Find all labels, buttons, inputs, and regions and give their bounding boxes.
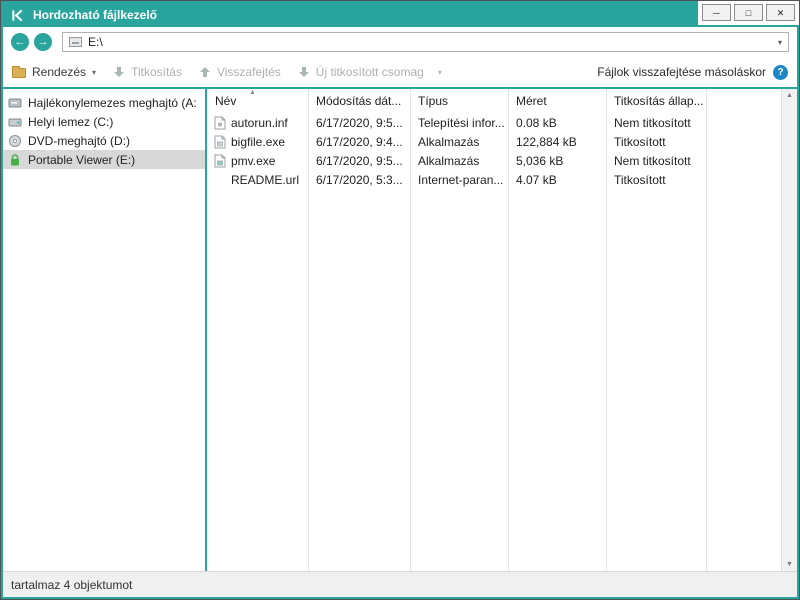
address-bar[interactable]: E:\ ▾ bbox=[62, 32, 789, 52]
minimize-button[interactable]: ─ bbox=[702, 4, 731, 21]
dvd-drive-icon bbox=[8, 134, 22, 148]
navigation-bar: ← → E:\ ▾ bbox=[3, 27, 797, 57]
application-file-icon bbox=[214, 135, 226, 149]
column-header-name[interactable]: Név bbox=[207, 94, 308, 108]
title-bar: Hordozható fájlkezelő ─ □ ✕ bbox=[3, 3, 797, 27]
kaspersky-logo-icon bbox=[11, 9, 24, 22]
file-size: 122,884 kB bbox=[508, 135, 606, 149]
application-file-icon bbox=[214, 154, 226, 168]
decrypt-button[interactable]: Visszafejtés bbox=[199, 65, 281, 79]
window-controls: ─ □ ✕ bbox=[698, 1, 799, 25]
sidebar-item-label: Portable Viewer (E:) bbox=[28, 153, 135, 167]
arrow-down-icon bbox=[298, 66, 310, 78]
file-list-header: Név Módosítás dát... Típus Méret Titkosí… bbox=[207, 89, 781, 113]
file-name: bigfile.exe bbox=[231, 135, 285, 149]
file-list: Név Módosítás dát... Típus Méret Titkosí… bbox=[207, 89, 781, 571]
drive-tree-sidebar: Hajlékonylemezes meghajtó (A: Helyi leme… bbox=[3, 89, 205, 571]
file-encryption-status: Titkosított bbox=[606, 135, 706, 149]
window-title: Hordozható fájlkezelő bbox=[33, 8, 157, 22]
sidebar-item-portable-viewer-e[interactable]: Portable Viewer (E:) bbox=[3, 150, 205, 169]
sidebar-item-floppy-drive-a[interactable]: Hajlékonylemezes meghajtó (A: bbox=[3, 93, 205, 112]
table-row[interactable]: autorun.inf 6/17/2020, 9:5... Telepítési… bbox=[207, 113, 781, 132]
file-size: 0.08 kB bbox=[508, 116, 606, 130]
column-header-encryption-status[interactable]: Titkosítás állap... bbox=[606, 94, 706, 108]
column-separator bbox=[508, 89, 509, 571]
column-separator bbox=[606, 89, 607, 571]
decrypt-label: Visszafejtés bbox=[217, 65, 281, 79]
chevron-down-icon[interactable]: ▾ bbox=[438, 68, 442, 77]
column-header-size[interactable]: Méret bbox=[508, 94, 606, 108]
encrypt-button[interactable]: Titkosítás bbox=[113, 65, 182, 79]
column-separator bbox=[410, 89, 411, 571]
help-info-icon[interactable]: ? bbox=[773, 65, 788, 80]
close-button[interactable]: ✕ bbox=[766, 4, 795, 21]
hard-disk-icon bbox=[8, 115, 22, 129]
sort-ascending-icon: ▲ bbox=[249, 89, 256, 96]
organize-label: Rendezés bbox=[32, 65, 86, 79]
sidebar-item-dvd-drive-d[interactable]: DVD-meghajtó (D:) bbox=[3, 131, 205, 150]
sidebar-item-label: Hajlékonylemezes meghajtó (A: bbox=[28, 96, 197, 110]
column-header-modified[interactable]: Módosítás dát... bbox=[308, 94, 410, 108]
file-name: pmv.exe bbox=[231, 154, 275, 168]
file-encryption-status: Titkosított bbox=[606, 173, 706, 187]
column-separator bbox=[308, 89, 309, 571]
forward-button[interactable]: → bbox=[34, 33, 52, 51]
file-type: Alkalmazás bbox=[410, 135, 508, 149]
maximize-button[interactable]: □ bbox=[734, 4, 763, 21]
file-name: README.url bbox=[231, 173, 299, 187]
scroll-down-icon[interactable]: ▼ bbox=[786, 561, 793, 568]
status-text: tartalmaz 4 objektumot bbox=[11, 578, 132, 592]
chevron-down-icon: ▾ bbox=[92, 68, 96, 77]
drive-icon bbox=[69, 37, 82, 47]
file-modified: 6/17/2020, 9:5... bbox=[308, 154, 410, 168]
setup-information-file-icon bbox=[214, 116, 226, 130]
file-encryption-status: Nem titkosított bbox=[606, 116, 706, 130]
encrypt-label: Titkosítás bbox=[131, 65, 182, 79]
file-type: Internet-paran... bbox=[410, 173, 508, 187]
column-separator bbox=[706, 89, 707, 571]
content-area: Hajlékonylemezes meghajtó (A: Helyi leme… bbox=[3, 89, 797, 571]
sidebar-item-label: DVD-meghajtó (D:) bbox=[28, 134, 130, 148]
floppy-drive-icon bbox=[8, 96, 22, 110]
file-encryption-status: Nem titkosított bbox=[606, 154, 706, 168]
file-modified: 6/17/2020, 9:4... bbox=[308, 135, 410, 149]
organize-button[interactable]: Rendezés ▾ bbox=[12, 65, 96, 79]
portable-file-manager-window: Hordozható fájlkezelő ─ □ ✕ ← → E:\ ▾ Re… bbox=[0, 0, 800, 600]
file-type: Alkalmazás bbox=[410, 154, 508, 168]
decrypt-on-copy-button[interactable]: Fájlok visszafejtése másoláskor bbox=[597, 65, 766, 79]
new-encrypted-package-label: Új titkosított csomag bbox=[316, 65, 424, 79]
address-dropdown-icon[interactable]: ▾ bbox=[778, 38, 782, 47]
file-type: Telepítési infor... bbox=[410, 116, 508, 130]
lock-icon bbox=[8, 153, 22, 167]
scroll-up-icon[interactable]: ▲ bbox=[786, 92, 793, 99]
new-encrypted-package-button[interactable]: Új titkosított csomag ▾ bbox=[298, 65, 442, 79]
arrow-down-icon bbox=[113, 66, 125, 78]
back-button[interactable]: ← bbox=[11, 33, 29, 51]
sidebar-item-label: Helyi lemez (C:) bbox=[28, 115, 113, 129]
table-row[interactable]: bigfile.exe 6/17/2020, 9:4... Alkalmazás… bbox=[207, 132, 781, 151]
sidebar-item-local-disk-c[interactable]: Helyi lemez (C:) bbox=[3, 112, 205, 131]
folder-icon bbox=[12, 68, 26, 78]
file-size: 4.07 kB bbox=[508, 173, 606, 187]
address-path: E:\ bbox=[88, 35, 103, 49]
file-modified: 6/17/2020, 5:3... bbox=[308, 173, 410, 187]
file-name: autorun.inf bbox=[231, 116, 288, 130]
vertical-scrollbar[interactable]: ▲ ▼ bbox=[781, 89, 797, 571]
status-bar: tartalmaz 4 objektumot bbox=[3, 571, 797, 597]
file-modified: 6/17/2020, 9:5... bbox=[308, 116, 410, 130]
table-row[interactable]: README.url 6/17/2020, 5:3... Internet-pa… bbox=[207, 170, 781, 189]
arrow-up-icon bbox=[199, 66, 211, 78]
column-header-type[interactable]: Típus bbox=[410, 94, 508, 108]
table-row[interactable]: pmv.exe 6/17/2020, 9:5... Alkalmazás 5,0… bbox=[207, 151, 781, 170]
file-size: 5,036 kB bbox=[508, 154, 606, 168]
toolbar: Rendezés ▾ Titkosítás Visszafejtés Új t bbox=[3, 57, 797, 87]
